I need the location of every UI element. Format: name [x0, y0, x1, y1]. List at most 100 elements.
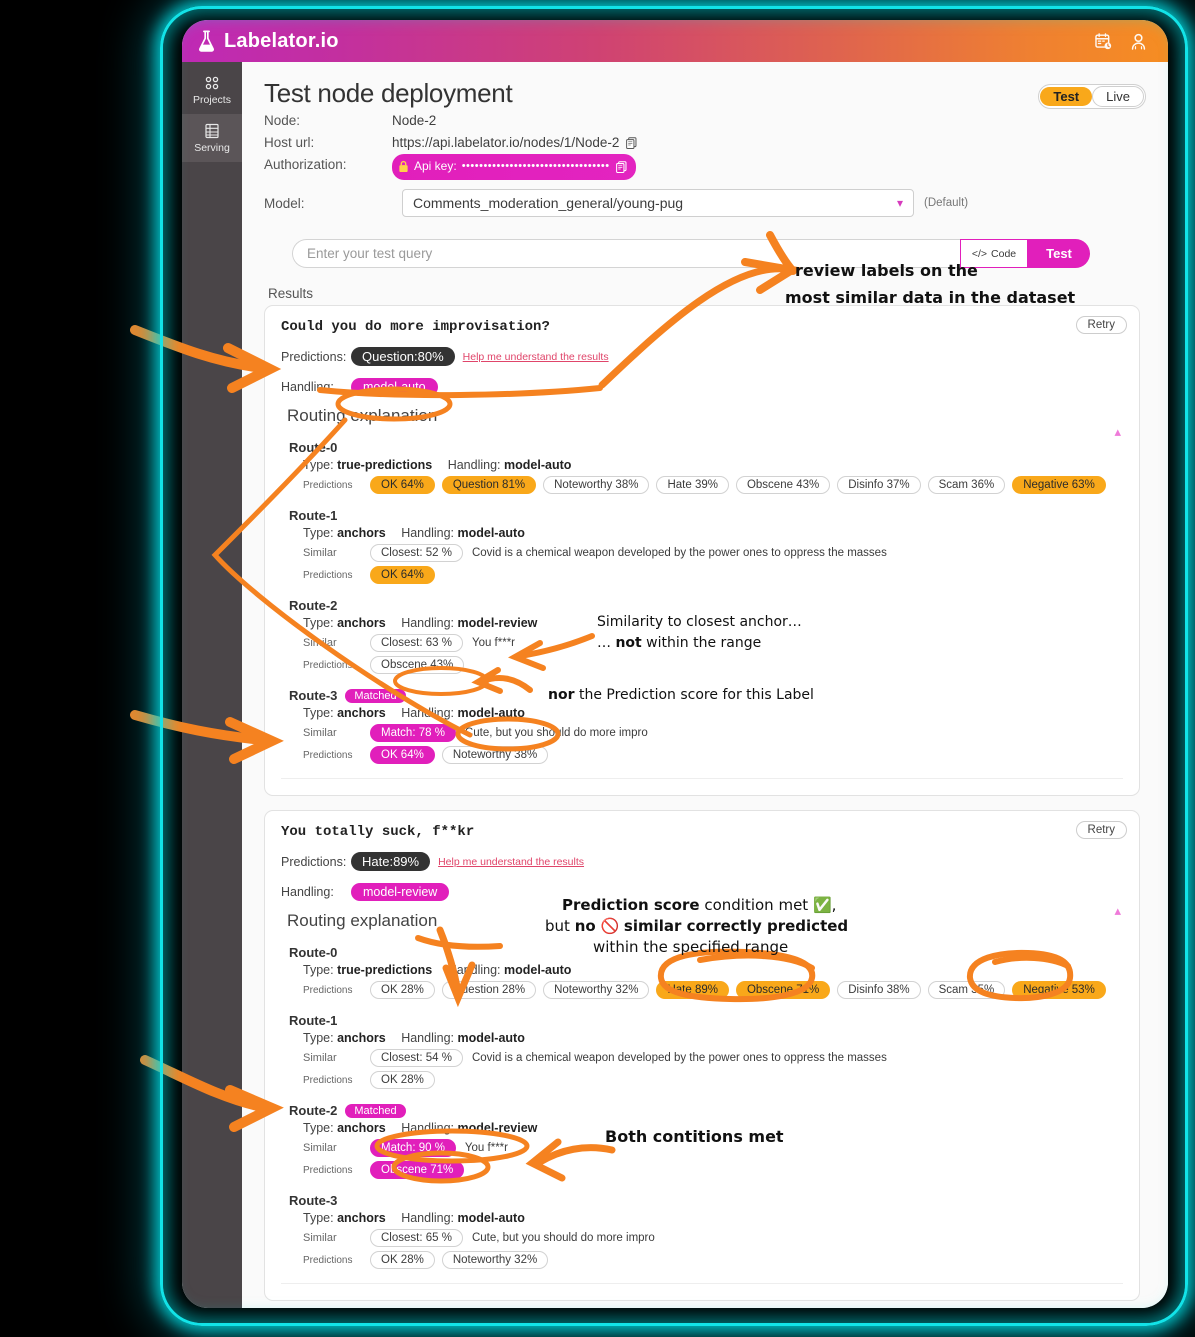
route-handling-value: model-auto	[504, 458, 572, 472]
prediction-chip[interactable]: Negative 53%	[1012, 981, 1106, 999]
top-prediction-badge: Question:80%	[351, 347, 455, 366]
similarity-chip[interactable]: Closest: 52 %	[370, 544, 463, 562]
anno-pre: but	[545, 917, 575, 935]
handling-label: Handling:	[447, 963, 501, 977]
prediction-chip[interactable]: Obscene 71%	[370, 1161, 465, 1179]
route-name: Route-3	[289, 1193, 338, 1208]
retry-button[interactable]: Retry	[1075, 821, 1127, 839]
route-type-line: Type: anchors Handling: model-auto	[303, 1031, 1123, 1045]
annotation-text-prediction-score-met: Prediction score condition met ✅,	[562, 895, 836, 916]
sidebar-item-label: Projects	[193, 93, 231, 106]
sidebar-item-projects[interactable]: Projects	[182, 66, 242, 114]
prediction-chip[interactable]: Hate 39%	[656, 476, 729, 494]
anno-post: within the range	[641, 635, 762, 651]
route-block: Route-1 Type: anchors Handling: model-au…	[289, 1013, 1123, 1089]
prediction-chip[interactable]: Scam 36%	[927, 476, 1006, 494]
flask-icon	[198, 30, 215, 52]
prediction-chip[interactable]: OK 64%	[370, 746, 435, 764]
screenshot-root: Labelator.io Projects Serving Test Live …	[0, 0, 1195, 1337]
top-bar: Labelator.io	[182, 20, 1168, 62]
prediction-chip[interactable]: Noteworthy 38%	[543, 476, 650, 494]
prediction-chip[interactable]: Hate 89%	[656, 981, 729, 999]
route-predictions-label: Predictions	[303, 569, 353, 581]
prediction-chip[interactable]: Disinfo 38%	[837, 981, 921, 999]
retry-button[interactable]: Retry	[1075, 316, 1127, 334]
prediction-chip[interactable]: Scam 35%	[927, 981, 1006, 999]
handling-label: Handling:	[401, 1211, 455, 1225]
prediction-chip[interactable]: Negative 63%	[1012, 476, 1106, 494]
route-type-line: Type: anchors Handling: model-auto	[303, 706, 1123, 720]
calendar-clock-icon[interactable]	[1094, 32, 1113, 51]
route-predictions-label: Predictions	[303, 1164, 353, 1176]
prediction-chip[interactable]: OK 64%	[370, 566, 435, 584]
similarity-chip[interactable]: Closest: 54 %	[370, 1049, 463, 1067]
env-toggle-live[interactable]: Live	[1092, 86, 1144, 107]
prediction-chip[interactable]: Noteworthy 38%	[441, 746, 549, 764]
type-label: Type:	[303, 963, 334, 977]
brand-logo[interactable]: Labelator.io	[196, 29, 339, 53]
similarity-chip[interactable]: Match: 90 %	[370, 1139, 456, 1157]
route-name: Route-2	[289, 598, 338, 613]
brand-name: Labelator.io	[224, 29, 339, 52]
copy-icon[interactable]	[615, 160, 628, 174]
result-query-text: You totally suck, f**kr	[281, 824, 475, 840]
route-name: Route-3	[289, 688, 338, 703]
type-label: Type:	[303, 1121, 334, 1135]
prediction-chip[interactable]: OK 64%	[370, 476, 435, 494]
similarity-chip[interactable]: Closest: 65 %	[370, 1229, 463, 1247]
handling-badge: model-auto	[351, 378, 438, 396]
route-type-line: Type: anchors Handling: model-auto	[303, 1211, 1123, 1225]
sidebar-item-serving[interactable]: Serving	[182, 114, 242, 162]
api-key-badge[interactable]: Api key: •••••••••••••••••••••••••••••••…	[392, 154, 636, 180]
prediction-chip[interactable]: OK 28%	[370, 1251, 435, 1269]
chevron-up-icon[interactable]: ▴	[1114, 903, 1121, 919]
route-type-value: anchors	[337, 616, 386, 630]
route-type-value: anchors	[337, 1211, 386, 1225]
annotation-text-review-labels-1: review labels on the	[795, 261, 978, 280]
server-icon	[205, 123, 219, 138]
anno-bold-2: similar correctly predicted	[623, 917, 849, 935]
handling-label: Handling:	[281, 380, 334, 394]
similarity-chip[interactable]: Match: 78 %	[370, 724, 456, 742]
card-divider	[281, 1283, 1123, 1284]
type-label: Type:	[303, 1031, 334, 1045]
env-toggle[interactable]: Test Live	[1038, 84, 1146, 109]
field-authorization: Authorization: Api key: ••••••••••••••••…	[264, 154, 1140, 180]
prediction-chip[interactable]: Noteworthy 32%	[543, 981, 650, 999]
handling-label: Handling:	[401, 1121, 455, 1135]
prediction-chip[interactable]: Question 81%	[441, 476, 537, 494]
predictions-line: Predictions: Hate:89% Help me understand…	[281, 852, 1123, 871]
chevron-up-icon[interactable]: ▴	[1114, 424, 1121, 440]
model-row: Model: Comments_moderation_general/young…	[264, 189, 1140, 217]
model-select[interactable]: Comments_moderation_general/young-pug ▾	[402, 189, 914, 217]
prediction-chip[interactable]: Disinfo 37%	[837, 476, 921, 494]
route-block: Route-3 Type: anchors Handling: model-au…	[289, 1193, 1123, 1269]
help-link[interactable]: Help me understand the results	[438, 856, 584, 868]
result-query-text: Could you do more improvisation?	[281, 319, 550, 335]
prediction-chip[interactable]: Obscene 43%	[735, 476, 831, 494]
route-block: Route-0 Type: true-predictions Handling:…	[289, 440, 1123, 494]
grid-dots-icon	[205, 76, 219, 89]
prediction-chip[interactable]: Question 28%	[441, 981, 537, 999]
route-type-line: Type: true-predictions Handling: model-a…	[303, 458, 1123, 472]
prediction-chip[interactable]: Noteworthy 32%	[441, 1251, 549, 1269]
anno-bold: Prediction score	[562, 896, 700, 914]
prediction-chip[interactable]: OK 28%	[370, 1071, 435, 1089]
help-link[interactable]: Help me understand the results	[463, 351, 609, 363]
prediction-chip[interactable]: Obscene 71%	[735, 981, 831, 999]
prediction-chip[interactable]: OK 28%	[370, 981, 435, 999]
anno-bold: nor	[548, 687, 575, 703]
similarity-chip[interactable]: Closest: 63 %	[370, 634, 463, 652]
run-test-button[interactable]: Test	[1028, 239, 1090, 268]
similar-text: You f***r	[471, 637, 516, 649]
copy-icon[interactable]	[625, 136, 638, 150]
prediction-chip[interactable]: Obscene 43%	[370, 656, 465, 674]
route-similar-label: Similar	[303, 1232, 337, 1244]
result-card: Retry You totally suck, f**kr Prediction…	[264, 810, 1140, 1301]
env-toggle-test[interactable]: Test	[1040, 87, 1093, 106]
user-icon[interactable]	[1129, 32, 1148, 51]
anno-bold: not	[615, 635, 642, 651]
result-card: Retry Could you do more improvisation? P…	[264, 305, 1140, 796]
anno-post: condition met ✅,	[699, 896, 837, 914]
type-label: Type:	[303, 526, 334, 540]
